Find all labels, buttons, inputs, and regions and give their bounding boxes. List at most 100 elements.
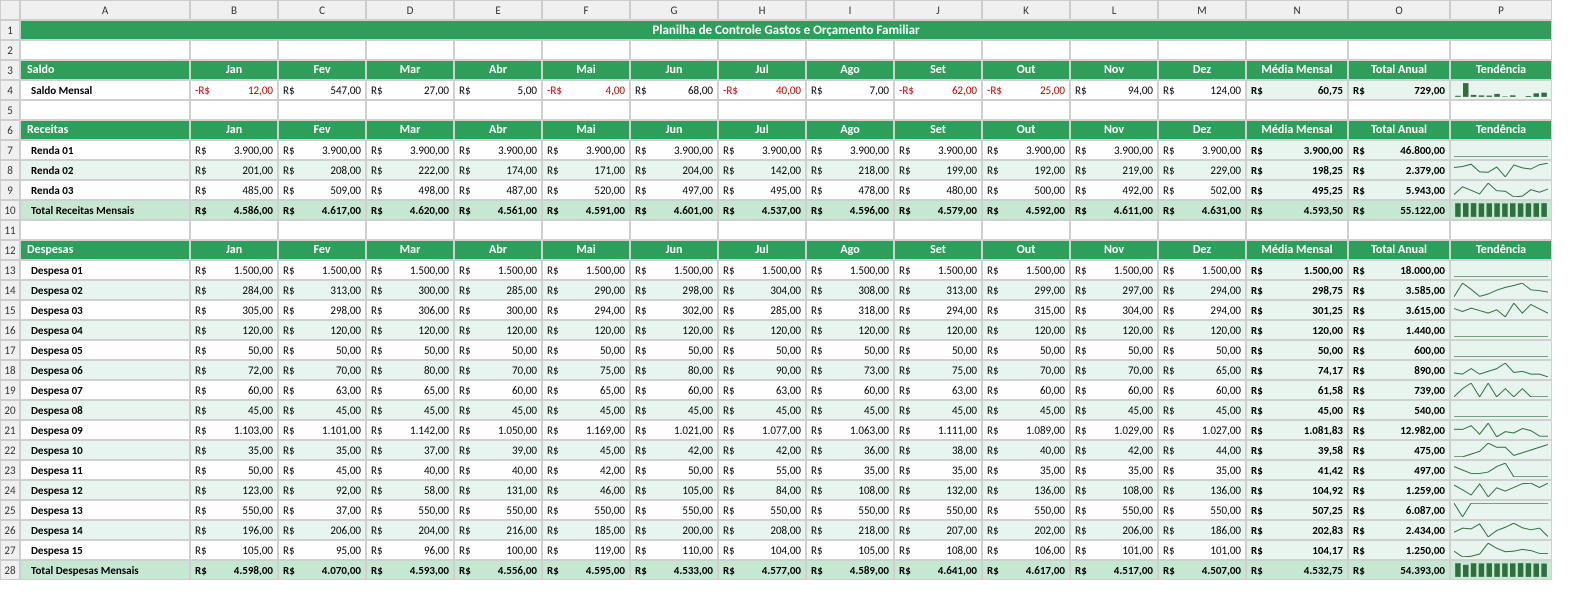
data-cell[interactable]: R$120,00 [894,320,982,340]
row-header[interactable]: 3 [0,60,20,80]
data-cell[interactable]: R$4.631,00 [1158,200,1246,220]
col-header[interactable]: K [982,0,1070,20]
data-cell[interactable]: R$171,00 [542,160,630,180]
media-cell[interactable]: R$495,25 [1246,180,1348,200]
data-cell[interactable]: R$1.500,00 [542,260,630,280]
data-cell[interactable]: R$4.591,00 [542,200,630,220]
data-cell[interactable]: R$50,00 [630,460,718,480]
data-cell[interactable]: R$120,00 [1070,320,1158,340]
data-cell[interactable]: R$285,00 [454,280,542,300]
row-header[interactable]: 21 [0,420,20,440]
data-cell[interactable]: R$3.900,00 [542,140,630,160]
empty-cell[interactable] [366,220,454,240]
data-cell[interactable]: R$44,00 [1158,440,1246,460]
total-cell[interactable]: R$739,00 [1348,380,1450,400]
data-cell[interactable]: R$1.050,00 [454,420,542,440]
total-cell[interactable]: R$3.585,00 [1348,280,1450,300]
media-cell[interactable]: R$74,17 [1246,360,1348,380]
data-cell[interactable]: R$509,00 [278,180,366,200]
data-cell[interactable]: R$1.101,00 [278,420,366,440]
row-header[interactable]: 20 [0,400,20,420]
empty-cell[interactable] [20,100,190,120]
data-cell[interactable]: R$1.500,00 [1070,260,1158,280]
media-cell[interactable]: R$45,00 [1246,400,1348,420]
media-cell[interactable]: R$507,25 [1246,500,1348,520]
empty-cell[interactable] [718,40,806,60]
data-cell[interactable]: R$192,00 [982,160,1070,180]
data-cell[interactable]: R$1.029,00 [1070,420,1158,440]
empty-cell[interactable] [982,40,1070,60]
data-cell[interactable]: R$1.063,00 [806,420,894,440]
data-cell[interactable]: R$36,00 [806,440,894,460]
total-cell[interactable]: R$540,00 [1348,400,1450,420]
data-cell[interactable]: R$4.595,00 [542,560,630,580]
data-cell[interactable]: R$136,00 [982,480,1070,500]
corner-cell[interactable] [0,0,20,20]
data-cell[interactable]: R$3.900,00 [278,140,366,160]
data-cell[interactable]: R$45,00 [542,400,630,420]
data-cell[interactable]: R$4.596,00 [806,200,894,220]
data-cell[interactable]: R$124,00 [1158,80,1246,100]
empty-cell[interactable] [1450,220,1552,240]
col-header[interactable]: M [1158,0,1246,20]
data-cell[interactable]: R$4.617,00 [278,200,366,220]
empty-cell[interactable] [1070,100,1158,120]
data-cell[interactable]: R$105,00 [190,540,278,560]
empty-cell[interactable] [1070,40,1158,60]
data-cell[interactable]: R$70,00 [1070,360,1158,380]
data-cell[interactable]: R$550,00 [542,500,630,520]
data-cell[interactable]: R$492,00 [1070,180,1158,200]
row-header[interactable]: 5 [0,100,20,120]
data-cell[interactable]: R$313,00 [894,280,982,300]
data-cell[interactable]: R$131,00 [454,480,542,500]
data-cell[interactable]: R$68,00 [630,80,718,100]
data-cell[interactable]: R$35,00 [806,460,894,480]
data-cell[interactable]: R$1.500,00 [454,260,542,280]
data-cell[interactable]: R$4.507,00 [1158,560,1246,580]
empty-cell[interactable] [454,40,542,60]
empty-cell[interactable] [1070,220,1158,240]
total-cell[interactable]: R$1.440,00 [1348,320,1450,340]
data-cell[interactable]: R$45,00 [718,400,806,420]
data-cell[interactable]: R$63,00 [278,380,366,400]
empty-cell[interactable] [1158,100,1246,120]
data-cell[interactable]: R$94,00 [1070,80,1158,100]
data-cell[interactable]: R$550,00 [1158,500,1246,520]
empty-cell[interactable] [1450,40,1552,60]
data-cell[interactable]: R$108,00 [894,540,982,560]
total-cell[interactable]: R$6.087,00 [1348,500,1450,520]
data-cell[interactable]: R$547,00 [278,80,366,100]
data-cell[interactable]: R$3.900,00 [190,140,278,160]
data-cell[interactable]: R$4.586,00 [190,200,278,220]
media-cell[interactable]: R$202,83 [1246,520,1348,540]
data-cell[interactable]: R$70,00 [982,360,1070,380]
data-cell[interactable]: R$50,00 [630,340,718,360]
data-cell[interactable]: R$186,00 [1158,520,1246,540]
data-cell[interactable]: R$37,00 [366,440,454,460]
data-cell[interactable]: R$70,00 [454,360,542,380]
data-cell[interactable]: R$106,00 [982,540,1070,560]
empty-cell[interactable] [1246,100,1348,120]
data-cell[interactable]: R$297,00 [1070,280,1158,300]
data-cell[interactable]: R$294,00 [1158,280,1246,300]
data-cell[interactable]: R$4.533,00 [630,560,718,580]
empty-cell[interactable] [718,100,806,120]
row-header[interactable]: 10 [0,200,20,220]
empty-cell[interactable] [278,40,366,60]
data-cell[interactable]: R$208,00 [278,160,366,180]
data-cell[interactable]: R$105,00 [806,540,894,560]
row-header[interactable]: 19 [0,380,20,400]
total-cell[interactable]: R$18.000,00 [1348,260,1450,280]
data-cell[interactable]: R$65,00 [366,380,454,400]
data-cell[interactable]: R$305,00 [190,300,278,320]
data-cell[interactable]: R$120,00 [1158,320,1246,340]
data-cell[interactable]: R$1.027,00 [1158,420,1246,440]
row-header[interactable]: 15 [0,300,20,320]
media-cell[interactable]: R$1.081,83 [1246,420,1348,440]
col-header[interactable]: O [1348,0,1450,20]
row-header[interactable]: 4 [0,80,20,100]
data-cell[interactable]: R$92,00 [278,480,366,500]
data-cell[interactable]: R$207,00 [894,520,982,540]
data-cell[interactable]: R$290,00 [542,280,630,300]
row-header[interactable]: 16 [0,320,20,340]
